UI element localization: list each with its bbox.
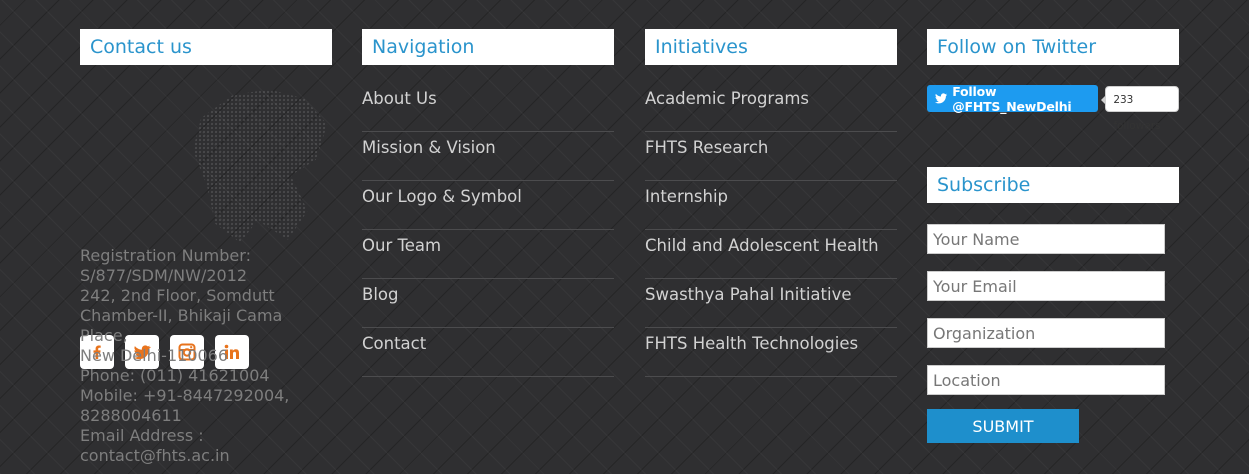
nav-link-logo-symbol[interactable]: Our Logo & Symbol (362, 182, 614, 230)
contact-line: Chamber-II, Bhikaji Cama Place, (80, 306, 283, 345)
nav-link-about-us[interactable]: About Us (362, 84, 614, 132)
contact-line: Registration Number: (80, 246, 251, 265)
initiatives-list: Academic Programs FHTS Research Internsh… (645, 84, 897, 377)
twitter-follow-widget: Follow @FHTS_NewDelhi 233 followers (927, 83, 1179, 132)
initiative-link-fhts-research[interactable]: FHTS Research (645, 133, 897, 181)
contact-details: Registration Number: S/877/SDM/NW/2012 2… (80, 86, 332, 466)
initiative-link-health-technologies[interactable]: FHTS Health Technologies (645, 329, 897, 377)
twitter-bird-icon (935, 93, 948, 104)
contact-line: 242, 2nd Floor, Somdutt (80, 286, 275, 305)
submit-button[interactable]: SUBMIT (927, 409, 1079, 443)
initiative-link-academic-programs[interactable]: Academic Programs (645, 84, 897, 132)
contact-column: Contact us Registration Number: S/877/SD… (80, 29, 332, 466)
nav-link-contact[interactable]: Contact (362, 329, 614, 377)
nav-link-mission-vision[interactable]: Mission & Vision (362, 133, 614, 181)
contact-line: Mobile: +91-8447292004, (80, 386, 290, 405)
email-input[interactable] (927, 271, 1165, 301)
name-input[interactable] (927, 224, 1165, 254)
navigation-list: About Us Mission & Vision Our Logo & Sym… (362, 84, 614, 377)
contact-line: Email Address : (80, 426, 204, 445)
contact-line: contact@fhts.ac.in (80, 446, 230, 465)
contact-line: Phone: (011) 41621004 (80, 366, 270, 385)
nav-link-our-team[interactable]: Our Team (362, 231, 614, 279)
twitter-followers-count: 233 followers (1101, 85, 1179, 132)
subscribe-heading: Subscribe (927, 167, 1179, 203)
twitter-heading: Follow on Twitter (927, 29, 1179, 65)
initiative-link-child-adolescent-health[interactable]: Child and Adolescent Health (645, 231, 897, 279)
contact-heading: Contact us (80, 29, 332, 65)
contact-line: 8288004611 (80, 406, 182, 425)
twitter-follow-button[interactable]: Follow @FHTS_NewDelhi (927, 83, 1099, 114)
initiative-link-swasthya-pahal[interactable]: Swasthya Pahal Initiative (645, 280, 897, 328)
world-map-graphic (192, 89, 328, 243)
navigation-column: Navigation About Us Mission & Vision Our… (362, 29, 614, 377)
location-input[interactable] (927, 365, 1165, 395)
organization-input[interactable] (927, 318, 1165, 348)
contact-line: S/877/SDM/NW/2012 (80, 266, 248, 285)
navigation-heading: Navigation (362, 29, 614, 65)
initiatives-column: Initiatives Academic Programs FHTS Resea… (645, 29, 897, 377)
twitter-subscribe-column: Follow on Twitter Follow @FHTS_NewDelhi … (927, 29, 1179, 443)
initiatives-heading: Initiatives (645, 29, 897, 65)
initiative-link-internship[interactable]: Internship (645, 182, 897, 230)
contact-line: New Delhi-110066 (80, 346, 229, 365)
nav-link-blog[interactable]: Blog (362, 280, 614, 328)
twitter-follow-label: Follow @FHTS_NewDelhi (952, 83, 1072, 114)
